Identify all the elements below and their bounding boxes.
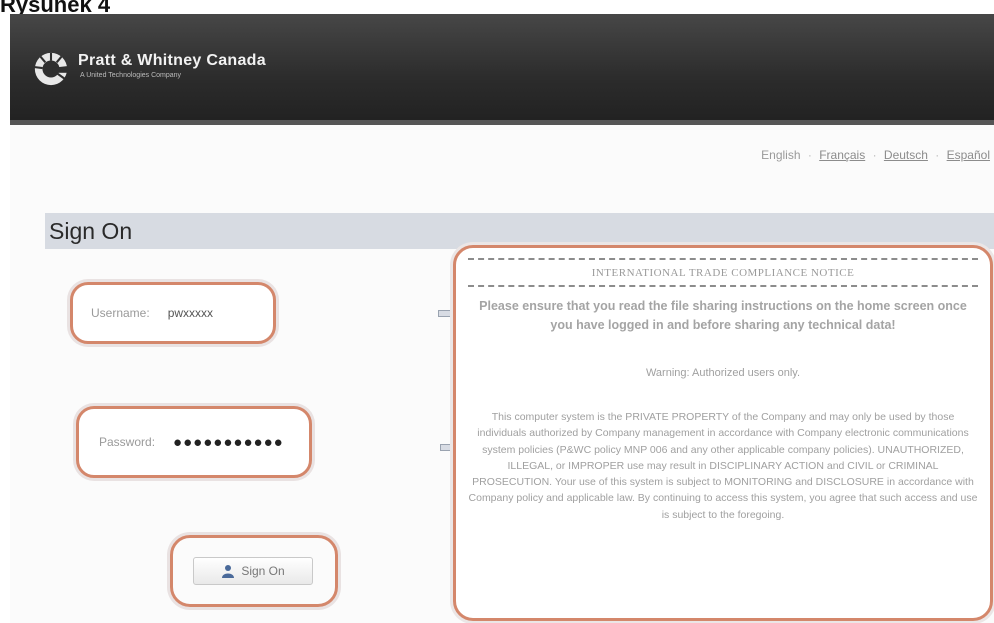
brand-name: Pratt & Whitney Canada	[78, 52, 266, 69]
authorized-users-warning: Warning: Authorized users only.	[645, 366, 801, 379]
compliance-notice: INTERNATIONAL TRADE COMPLIANCE NOTICE Pl…	[453, 245, 993, 621]
signon-button[interactable]: Sign On	[193, 557, 313, 585]
username-input[interactable]: pwxxxxx	[168, 306, 213, 320]
signon-button-highlight: Sign On	[170, 535, 338, 607]
password-label: Password:	[99, 435, 156, 449]
lang-separator: ·	[872, 148, 877, 162]
lang-separator: ·	[935, 148, 940, 162]
signon-button-label: Sign On	[241, 564, 285, 578]
lang-french[interactable]: Français	[819, 148, 865, 162]
username-label: Username:	[91, 306, 150, 320]
page-title: Sign On	[49, 218, 133, 244]
password-field[interactable]: Password: ●●●●●●●●●●●	[76, 406, 312, 478]
legal-notice-text: This computer system is the PRIVATE PROP…	[468, 411, 978, 521]
page-title-bar: Sign On	[45, 213, 994, 249]
lang-separator: ·	[807, 148, 812, 162]
password-input[interactable]: ●●●●●●●●●●●	[173, 434, 284, 451]
lang-spanish[interactable]: Español	[947, 148, 990, 162]
field-help-icon	[438, 310, 454, 317]
figure: Rysunek 4 Pratt & Whitney Canada A Unite…	[0, 0, 994, 623]
site-header: Pratt & Whitney Canada A United Technolo…	[10, 14, 994, 120]
lang-english[interactable]: English	[761, 148, 800, 162]
user-icon	[222, 565, 235, 578]
company-logo-icon	[34, 52, 70, 86]
header-divider	[10, 120, 994, 125]
brand-tagline: A United Technologies Company	[80, 72, 182, 79]
browser-page: Pratt & Whitney Canada A United Technolo…	[10, 14, 994, 623]
notice-divider	[468, 285, 978, 287]
language-switcher: English · Français · Deutsch · Español	[761, 148, 990, 162]
notice-title: INTERNATIONAL TRADE COMPLIANCE NOTICE	[591, 267, 855, 279]
file-sharing-notice: Please ensure that you read the file sha…	[479, 299, 967, 332]
username-field[interactable]: Username: pwxxxxx	[70, 282, 276, 344]
lang-german[interactable]: Deutsch	[884, 148, 928, 162]
